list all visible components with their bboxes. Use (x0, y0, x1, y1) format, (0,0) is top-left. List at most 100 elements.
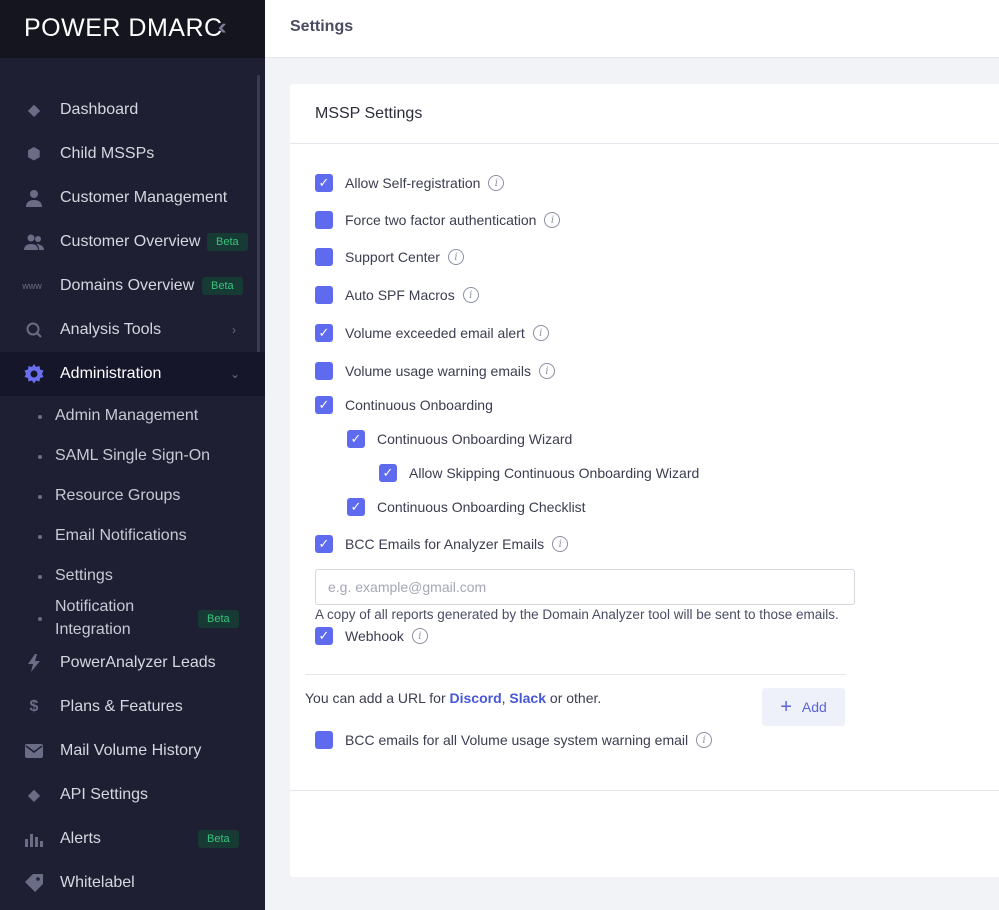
discord-link[interactable]: Discord (450, 690, 502, 706)
sidebar-subitem-notification-integration[interactable]: Notification Integration Beta (0, 598, 257, 642)
sidebar-item-analysis-tools[interactable]: Analysis Tools › (0, 308, 257, 352)
page-title: Settings (290, 18, 354, 35)
bullet-dot (38, 455, 42, 459)
bar-chart-icon (24, 829, 44, 849)
sidebar-subitem-saml-sso[interactable]: SAML Single Sign-On (0, 447, 257, 467)
chevron-down-icon: ⌄ (230, 367, 241, 381)
option-label: Force two factor authentication (345, 212, 537, 228)
info-icon[interactable]: i (539, 363, 555, 379)
option-volume-exceeded-alert[interactable]: ✓ Volume exceeded email alert i (315, 323, 549, 343)
sidebar-item-customer-overview[interactable]: Customer Overview Beta (0, 220, 257, 264)
option-continuous-onboarding-wizard[interactable]: ✓ Continuous Onboarding Wizard (347, 429, 572, 449)
sidebar-item-whitelabel[interactable]: Whitelabel (0, 861, 257, 905)
checkbox-unchecked[interactable] (315, 731, 333, 749)
sidebar-item-label: Whitelabel (60, 874, 135, 891)
sidebar-subitem-resource-groups[interactable]: Resource Groups (0, 487, 257, 507)
sidebar-subitem-label: Notification (55, 598, 135, 615)
option-allow-self-registration[interactable]: ✓ Allow Self-registration i (315, 173, 505, 193)
option-label: Volume usage warning emails (345, 363, 531, 379)
checkbox-checked[interactable]: ✓ (315, 627, 333, 645)
info-icon[interactable]: i (544, 212, 561, 228)
envelope-icon (24, 741, 44, 761)
divider (290, 790, 999, 791)
info-icon[interactable]: i (488, 175, 505, 191)
search-icon (24, 320, 44, 340)
add-webhook-button[interactable]: + Add (762, 688, 845, 726)
option-continuous-onboarding[interactable]: ✓ Continuous Onboarding (315, 395, 493, 415)
bcc-helper-text: A copy of all reports generated by the D… (315, 607, 839, 622)
option-allow-skipping-wizard[interactable]: ✓ Allow Skipping Continuous Onboarding W… (379, 463, 699, 483)
checkbox-checked[interactable]: ✓ (347, 498, 365, 516)
option-label: Allow Skipping Continuous Onboarding Wiz… (409, 465, 700, 481)
diamond-icon: ◆ (27, 787, 41, 804)
logo-bar: POWER DMARC ‹‹ (0, 0, 265, 58)
chevron-right-icon: › (232, 323, 236, 337)
bolt-icon (24, 653, 44, 673)
option-auto-spf-macros[interactable]: Auto SPF Macros i (315, 285, 479, 305)
sidebar: POWER DMARC ‹‹ ◆ Dashboard ⬢ Child MSSPs… (0, 0, 265, 910)
option-support-center[interactable]: Support Center i (315, 247, 464, 267)
option-force-2fa[interactable]: Force two factor authentication i (315, 210, 561, 230)
dollar-icon: $ (29, 698, 39, 715)
option-volume-usage-warning[interactable]: Volume usage warning emails i (315, 361, 555, 381)
bullet-dot (38, 617, 42, 621)
sidebar-item-domains-overview[interactable]: www Domains Overview Beta (0, 264, 257, 308)
sidebar-item-plans-features[interactable]: $ Plans & Features (0, 685, 257, 729)
option-webhook[interactable]: ✓ Webhook i (315, 626, 428, 646)
option-label: Support Center (345, 249, 440, 265)
checkbox-unchecked[interactable] (315, 286, 333, 304)
sidebar-item-mail-volume-history[interactable]: Mail Volume History (0, 729, 257, 773)
checkbox-checked[interactable]: ✓ (315, 324, 333, 342)
sidebar-item-api-settings[interactable]: ◆ API Settings (0, 773, 257, 817)
bullet-dot (38, 535, 42, 539)
sidebar-subitem-settings[interactable]: Settings (0, 567, 257, 587)
users-icon (24, 232, 44, 252)
sidebar-item-poweranalyzer-leads[interactable]: PowerAnalyzer Leads (0, 641, 257, 685)
bcc-email-input[interactable] (315, 569, 855, 605)
option-label: BCC emails for all Volume usage system w… (345, 732, 689, 748)
sidebar-item-administration[interactable]: Administration ⌄ (0, 352, 265, 396)
checkbox-unchecked[interactable] (315, 248, 333, 266)
checkbox-checked[interactable]: ✓ (347, 430, 365, 448)
info-icon[interactable]: i (696, 732, 713, 748)
sidebar-item-alerts[interactable]: Alerts Beta (0, 817, 257, 861)
hint-text: or other. (546, 690, 602, 706)
sidebar-scrollbar[interactable] (257, 75, 260, 373)
checkbox-checked[interactable]: ✓ (315, 535, 333, 553)
sidebar-subitem-email-notifications[interactable]: Email Notifications (0, 527, 257, 547)
info-icon[interactable]: i (411, 628, 428, 644)
add-button-label: Add (801, 699, 827, 715)
info-icon[interactable]: i (532, 325, 549, 341)
sidebar-item-customer-management[interactable]: Customer Management (0, 176, 257, 220)
option-bcc-volume-warning[interactable]: BCC emails for all Volume usage system w… (315, 730, 713, 750)
collapse-sidebar-icon[interactable]: ‹‹ (218, 14, 226, 40)
checkbox-checked[interactable]: ✓ (379, 464, 397, 482)
hint-text: You can add a URL for (305, 690, 450, 706)
sidebar-item-child-mssps[interactable]: ⬢ Child MSSPs (0, 132, 257, 176)
bullet-dot (38, 415, 42, 419)
option-bcc-analyzer-emails[interactable]: ✓ BCC Emails for Analyzer Emails i (315, 534, 569, 554)
sidebar-subitem-label: Admin Management (55, 407, 199, 424)
info-icon[interactable]: i (447, 249, 464, 265)
bullet-dot (38, 495, 42, 499)
info-icon[interactable]: i (552, 536, 569, 552)
sidebar-item-dashboard[interactable]: ◆ Dashboard (0, 88, 257, 132)
checkbox-checked[interactable]: ✓ (315, 396, 333, 414)
checkbox-checked[interactable]: ✓ (315, 174, 333, 192)
sidebar-subitem-admin-management[interactable]: Admin Management (0, 407, 257, 427)
option-label: Volume exceeded email alert (345, 325, 525, 341)
checkbox-unchecked[interactable] (315, 362, 333, 380)
info-icon[interactable]: i (462, 287, 479, 303)
slack-link[interactable]: Slack (509, 690, 546, 706)
divider (305, 674, 846, 675)
top-header: Settings (265, 0, 999, 58)
sidebar-subitem-label: Integration (55, 621, 131, 638)
option-continuous-onboarding-checklist[interactable]: ✓ Continuous Onboarding Checklist (347, 497, 586, 517)
sidebar-subitem-label: Resource Groups (55, 487, 181, 504)
sidebar-item-label: API Settings (60, 786, 149, 803)
hexagon-icon: ⬢ (27, 146, 41, 163)
checkbox-unchecked[interactable] (315, 211, 333, 229)
diamond-icon: ◆ (27, 102, 41, 119)
sidebar-subitem-label: Settings (55, 567, 113, 584)
mssp-settings-card: MSSP Settings ✓ Allow Self-registration … (290, 84, 999, 877)
